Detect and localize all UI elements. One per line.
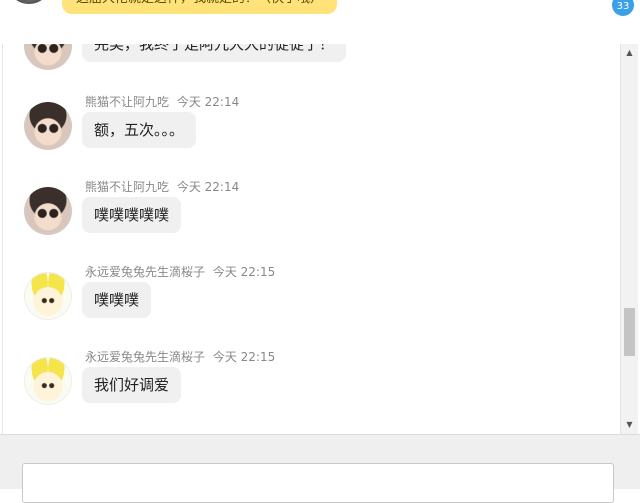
sender-name[interactable]: 永远爱兔兔先生滴桜子 (85, 265, 205, 279)
chat-scrollbar[interactable]: ▲ ▼ (620, 44, 638, 434)
message-bubble: 完美，我终于是阿九大大的徒徒了！ (82, 44, 347, 62)
scroll-down-arrow-icon[interactable]: ▼ (621, 418, 638, 432)
message-time: 今天 22:14 (176, 95, 240, 109)
chat-message: 永远爱兔兔先生滴桜子 今天 22:15 我们好调爱 (3, 345, 603, 425)
panda-avatar[interactable] (24, 102, 72, 150)
message-time: 今天 22:15 (212, 350, 276, 364)
message-time: 今天 22:15 (212, 265, 276, 279)
avatar[interactable] (12, 0, 46, 4)
message-bubble: 噗噗噗噗噗 (82, 197, 182, 233)
bunny-avatar[interactable] (24, 357, 72, 405)
scrollbar-thumb[interactable] (624, 308, 635, 356)
input-area (0, 434, 640, 503)
message-time: 今天 22:14 (176, 180, 240, 194)
message-meta: 熊猫不让阿九吃 今天 22:14 (85, 93, 239, 110)
sender-name[interactable]: 熊猫不让阿九吃 (85, 180, 169, 194)
message-input[interactable] (22, 463, 614, 503)
message-meta: 永远爱兔兔先生滴桜子 今天 22:15 (85, 263, 275, 280)
sender-name[interactable]: 永远爱兔兔先生滴桜子 (85, 350, 205, 364)
panda-avatar[interactable] (24, 187, 72, 235)
message-bubble: 额，五次。。。 (82, 112, 197, 148)
unread-count-badge[interactable]: 33 (612, 0, 634, 16)
message-bubble: 噗噗噗 (82, 282, 152, 318)
chat-message-list[interactable]: 完美，我终于是阿九大大的徒徒了！ 熊猫不让阿九吃 今天 22:14 额，五次。。… (2, 44, 621, 434)
chat-message: 完美，我终于是阿九大大的徒徒了！ (3, 44, 603, 84)
top-strip: 这届大佬就是这样，我就是的？（快了哦） 33 (0, 0, 640, 44)
message-meta: 熊猫不让阿九吃 今天 22:14 (85, 178, 239, 195)
chat-message: 熊猫不让阿九吃 今天 22:14 额，五次。。。 (3, 90, 603, 170)
sender-name[interactable]: 熊猫不让阿九吃 (85, 95, 169, 109)
message-bubble: 我们好调爱 (82, 367, 182, 403)
bunny-avatar[interactable] (24, 272, 72, 320)
chat-message: 熊猫不让阿九吃 今天 22:14 噗噗噗噗噗 (3, 175, 603, 255)
panda-avatar[interactable] (24, 44, 72, 70)
chat-message: 永远爱兔兔先生滴桜子 今天 22:15 噗噗噗 (3, 260, 603, 340)
message-meta: 永远爱兔兔先生滴桜子 今天 22:15 (85, 348, 275, 365)
message-bubble: 这届大佬就是这样，我就是的？（快了哦） (62, 0, 338, 14)
scroll-up-arrow-icon[interactable]: ▲ (621, 46, 638, 60)
